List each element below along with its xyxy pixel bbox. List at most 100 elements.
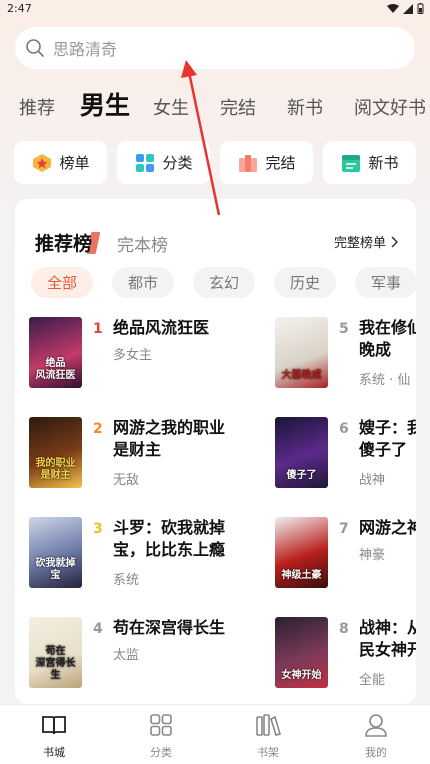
book-item[interactable]: 神级土豪 7 网游之神 神豪 xyxy=(275,517,416,597)
nav-profile[interactable]: 我的 xyxy=(341,713,411,760)
full-ranking-link[interactable]: 完整榜单 xyxy=(334,232,398,251)
chip-all[interactable]: 全部 xyxy=(31,267,93,298)
book-title-line: 嫂子：我 xyxy=(359,418,416,437)
book-title-line: 民女神开 xyxy=(359,640,416,659)
user-icon xyxy=(365,714,387,737)
chip-history[interactable]: 历史 xyxy=(274,267,336,298)
book-cover-title: 大器晚成 xyxy=(281,370,322,381)
star-badge-icon xyxy=(33,153,52,172)
rank-number: 2 xyxy=(93,421,103,437)
book-title-line: 网游之神 xyxy=(359,518,416,537)
book-cover-title: 女神开始 xyxy=(281,670,322,681)
genre-filter-chips: 全部 都市 玄幻 历史 军事 xyxy=(31,267,416,299)
battery-icon xyxy=(417,3,424,14)
book-item[interactable]: 女神开始 8 战神：从民女神开全能 xyxy=(275,617,416,697)
full-ranking-label: 完整榜单 xyxy=(333,236,386,251)
new-books-button[interactable]: 新书 xyxy=(323,141,416,184)
tab-completed[interactable]: 完结 xyxy=(220,94,256,120)
nav-category[interactable]: 分类 xyxy=(126,713,196,760)
rank-number: 7 xyxy=(339,521,349,537)
book-item[interactable]: 傻子了 6 嫂子：我 傻子了战神 xyxy=(275,417,416,497)
rank-number: 8 xyxy=(339,621,349,637)
nav-bookshelf-label: 书架 xyxy=(257,746,279,759)
wifi-icon xyxy=(387,3,399,13)
nav-bookstore[interactable]: 书城 xyxy=(19,713,89,760)
tab-female[interactable]: 女生 xyxy=(153,94,189,120)
book-item[interactable]: 砍我就掉宝 3 斗罗：砍我就掉 宝，比比东上瘾系统 xyxy=(29,517,261,597)
book-title-line: 苟在深宫得长生 xyxy=(113,618,226,637)
nav-bookstore-label: 书城 xyxy=(43,746,65,759)
ranking-button-label: 榜单 xyxy=(59,154,90,172)
book-tag: 多女主 xyxy=(113,348,153,363)
book-open-icon xyxy=(42,716,66,735)
category-button[interactable]: 分类 xyxy=(117,141,210,184)
tab-male[interactable]: 男生 xyxy=(80,86,130,122)
book-title[interactable]: 绝品风流狂医 xyxy=(113,317,209,339)
book-title[interactable]: 我在修仙 晚成 xyxy=(359,317,416,361)
book-cover[interactable]: 我的职业 是财主 xyxy=(29,417,82,488)
book-cover[interactable]: 傻子了 xyxy=(275,417,328,488)
tab-recommended-ranking[interactable]: 推荐榜 xyxy=(35,229,92,256)
book-title[interactable]: 嫂子：我 傻子了 xyxy=(359,417,416,461)
book-cover-title: 绝品 风流狂医 xyxy=(35,358,76,381)
tab-completed-ranking[interactable]: 完本榜 xyxy=(117,231,168,256)
book-title-line: 我在修仙 xyxy=(359,318,416,337)
book-cover[interactable]: 苟在 深宫得长生 xyxy=(29,617,82,688)
books-icon xyxy=(239,154,258,172)
category-button-label: 分类 xyxy=(162,154,193,172)
chevron-right-icon xyxy=(391,235,398,248)
book-cover[interactable]: 砍我就掉宝 xyxy=(29,517,82,588)
book-item[interactable]: 我的职业 是财主 2 网游之我的职业 是财主无敌 xyxy=(29,417,261,497)
book-tag: 全能 xyxy=(359,673,386,688)
signal-icon xyxy=(403,3,413,14)
book-title-line: 战神：从 xyxy=(359,618,416,637)
completed-button[interactable]: 完结 xyxy=(220,141,313,184)
book-item[interactable]: 绝品 风流狂医 1 绝品风流狂医多女主 xyxy=(29,317,261,397)
chip-fantasy[interactable]: 玄幻 xyxy=(193,267,255,298)
chip-military[interactable]: 军事 xyxy=(355,267,416,298)
book-tag: 系统 xyxy=(113,573,140,588)
book-title[interactable]: 战神：从民女神开 xyxy=(359,617,416,661)
rank-number: 3 xyxy=(93,521,103,537)
book-title[interactable]: 苟在深宫得长生 xyxy=(113,617,225,639)
book-item[interactable]: 苟在 深宫得长生 4 苟在深宫得长生 太监 xyxy=(29,617,261,697)
book-title-line: 宝，比比东上瘾 xyxy=(113,540,226,559)
rank-number: 6 xyxy=(339,421,349,437)
book-title-line: 网游之我的职业 xyxy=(113,418,226,437)
book-title-line: 绝品风流狂医 xyxy=(113,318,210,337)
search-input[interactable]: 思路清奇 xyxy=(15,27,415,69)
new-books-button-label: 新书 xyxy=(368,154,399,172)
rank-number: 5 xyxy=(339,321,349,337)
book-tag: 太监 xyxy=(113,648,140,663)
book-tag: 系统 · 仙 xyxy=(359,373,411,388)
tab-recommend[interactable]: 推荐 xyxy=(19,94,55,120)
book-tag: 战神 xyxy=(359,473,386,488)
book-cover[interactable]: 大器晚成 xyxy=(275,317,328,388)
grid-icon xyxy=(150,714,172,736)
book-title[interactable]: 网游之神 xyxy=(359,517,416,539)
nav-bookshelf[interactable]: 书架 xyxy=(233,713,303,760)
book-tag: 无敌 xyxy=(113,473,140,488)
completed-button-label: 完结 xyxy=(265,154,296,172)
tab-yuewen-picks[interactable]: 阅文好书 xyxy=(354,94,426,120)
book-cover-title: 砍我就掉宝 xyxy=(35,558,76,581)
book-title-line: 是财主 xyxy=(113,440,162,459)
status-icons xyxy=(387,3,424,14)
book-cover-title: 傻子了 xyxy=(286,470,317,481)
ranking-button[interactable]: 榜单 xyxy=(14,141,107,184)
book-cover[interactable]: 绝品 风流狂医 xyxy=(29,317,82,388)
chip-urban[interactable]: 都市 xyxy=(112,267,174,298)
book-cover-title: 苟在 深宫得长生 xyxy=(35,646,76,681)
book-title-line: 晚成 xyxy=(359,340,392,359)
book-item[interactable]: 大器晚成 5 我在修仙晚成系统 · 仙 xyxy=(275,317,416,397)
book-title[interactable]: 斗罗：砍我就掉 宝，比比东上瘾 xyxy=(113,517,225,561)
book-cover[interactable]: 神级土豪 xyxy=(275,517,328,588)
nav-category-label: 分类 xyxy=(150,746,172,759)
tab-new-books[interactable]: 新书 xyxy=(287,94,323,120)
ranking-panel: 推荐榜 完本榜 完整榜单 全部 都市 玄幻 历史 军事 绝品 风流狂医 1 绝品风流… xyxy=(15,199,416,704)
rank-number: 1 xyxy=(93,321,103,337)
book-cover[interactable]: 女神开始 xyxy=(275,617,328,688)
status-time: 2:47 xyxy=(7,2,32,15)
book-cover-title: 我的职业 是财主 xyxy=(35,458,76,481)
book-title[interactable]: 网游之我的职业 是财主 xyxy=(113,417,225,461)
